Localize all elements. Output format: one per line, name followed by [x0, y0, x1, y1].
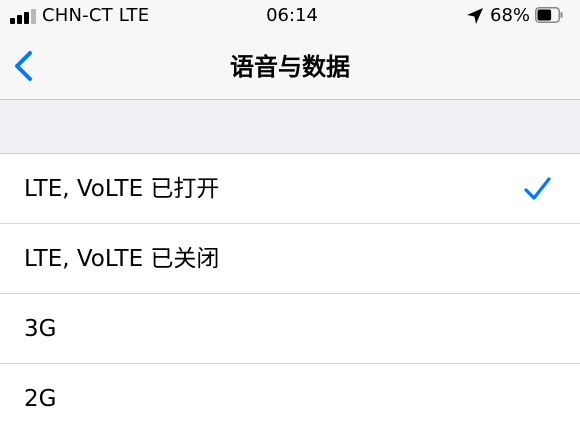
nav-bar: 语音与数据 [0, 34, 580, 100]
chevron-left-icon[interactable] [4, 44, 48, 88]
option-2g[interactable]: 2G [0, 364, 580, 433]
option-label: LTE, VoLTE 已打开 [24, 176, 220, 202]
section-spacer [0, 100, 580, 154]
carrier-label: CHN-CT LTE [42, 5, 150, 26]
status-bar: CHN-CT LTE 06:14 68% [0, 0, 580, 34]
option-label: 2G [24, 386, 57, 412]
page-title: 语音与数据 [230, 53, 350, 81]
option-3g[interactable]: 3G [0, 294, 580, 364]
battery-icon [535, 7, 563, 23]
options-list: LTE, VoLTE 已打开 LTE, VoLTE 已关闭 3G 2G [0, 154, 580, 435]
option-lte-volte-off[interactable]: LTE, VoLTE 已关闭 [0, 224, 580, 294]
clock: 06:14 [266, 5, 318, 26]
location-arrow-icon [467, 8, 483, 24]
option-label: LTE, VoLTE 已关闭 [24, 246, 220, 272]
option-lte-volte-on[interactable]: LTE, VoLTE 已打开 [0, 154, 580, 224]
option-label: 3G [24, 316, 57, 342]
signal-icon [10, 8, 38, 24]
checkmark-icon [524, 177, 551, 200]
battery-percent: 68% [490, 5, 531, 26]
